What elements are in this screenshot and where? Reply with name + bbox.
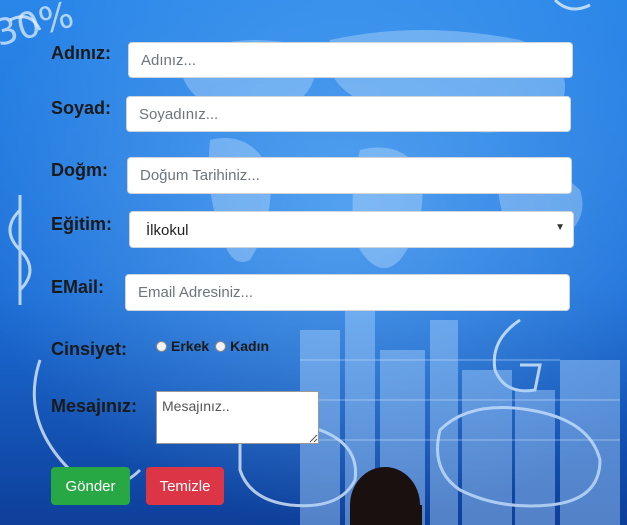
message-label: Mesajınız: [51, 396, 138, 416]
education-selected-value: İlkokul [146, 222, 189, 239]
background-image: 30% [0, 0, 627, 525]
gender-label: Cinsiyet: [51, 339, 128, 359]
education-select[interactable]: İlkokul ▼ [129, 211, 574, 248]
name-input[interactable] [128, 42, 573, 78]
birth-label: Doğm: [51, 160, 108, 180]
gender-radio-group: Erkek Kadın [156, 338, 275, 354]
gender-option-male-label: Erkek [171, 338, 210, 354]
gender-radio-female[interactable] [215, 340, 227, 352]
email-input[interactable] [125, 274, 570, 311]
clear-button[interactable]: Temizle [146, 467, 224, 505]
gender-radio-male[interactable] [156, 340, 167, 352]
chevron-down-icon: ▼ [555, 222, 565, 233]
birth-date-input[interactable] [127, 157, 572, 194]
surname-label: Soyad: [51, 98, 112, 118]
surname-input[interactable] [126, 96, 571, 132]
email-label: EMail: [51, 277, 105, 297]
name-label: Adınız: [51, 43, 111, 63]
gender-option-female-label: Kadın [230, 338, 270, 354]
education-label: Eğitim: [51, 214, 112, 234]
submit-button[interactable]: Gönder [51, 467, 130, 505]
message-textarea[interactable] [156, 391, 319, 444]
resize-grip-icon[interactable] [309, 434, 318, 443]
